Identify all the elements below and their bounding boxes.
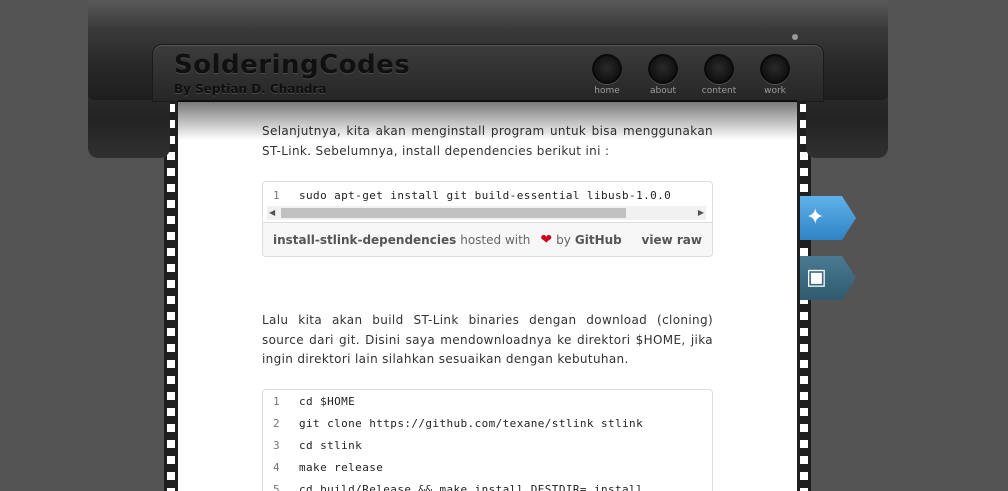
github-link[interactable]: GitHub — [575, 233, 622, 247]
header-led — [792, 34, 798, 40]
nav-home-label: home — [594, 86, 620, 96]
code-line: 1 cd $HOME — [263, 391, 712, 413]
film-strip-left — [164, 100, 178, 491]
code-block: 1 sudo apt-get install git build-essenti… — [263, 182, 712, 206]
line-number: 1 — [273, 188, 281, 202]
code-line: 5 cd build/Release && make install DESTD… — [263, 479, 712, 491]
code-text: make release — [299, 461, 384, 474]
site-subtitle: By Septian D. Chandra — [174, 82, 327, 96]
nav-work-label: work — [764, 86, 786, 96]
nav-home[interactable]: home — [587, 54, 627, 96]
code-text: cd stlink — [299, 439, 363, 452]
article-content: Selanjutnya, kita akan menginstall progr… — [262, 122, 713, 491]
line-number: 3 — [273, 439, 281, 452]
scroll-right-icon[interactable]: ▶ — [698, 209, 704, 217]
gist-by-text: by — [556, 232, 571, 247]
nav-about[interactable]: about — [643, 54, 683, 96]
gist-embed: 1 sudo apt-get install git build-essenti… — [262, 181, 713, 257]
twitter-icon: ✦ — [806, 205, 825, 230]
code-text: sudo apt-get install git build-essential… — [299, 188, 672, 202]
code-line: 4 make release — [263, 457, 712, 479]
code-block: 1 cd $HOME 2 git clone https://github.co… — [263, 390, 712, 491]
heart-icon: ❤ — [540, 231, 553, 248]
nav-knob-icon — [648, 54, 678, 84]
scrollbar-thumb[interactable] — [281, 208, 626, 218]
nav-knob-icon — [704, 54, 734, 84]
gist-embed: 1 cd $HOME 2 git clone https://github.co… — [262, 388, 713, 491]
article-paragraph: Lalu kita akan build ST-Link binaries de… — [262, 313, 713, 366]
code-text: cd $HOME — [299, 395, 356, 408]
site-title[interactable]: SolderingCodes — [174, 50, 410, 80]
twitter-link[interactable]: ✦ — [800, 196, 856, 240]
nav-content[interactable]: content — [699, 54, 739, 96]
printer-slot-shadow — [178, 100, 797, 140]
nav-knob-icon — [592, 54, 622, 84]
nav-knob-icon — [760, 54, 790, 84]
line-number: 1 — [273, 395, 281, 408]
code-line: 3 cd stlink — [263, 435, 712, 457]
instagram-link[interactable]: ▣ — [800, 256, 856, 300]
nav-work[interactable]: work — [755, 54, 795, 96]
view-raw-link[interactable]: view raw — [642, 233, 702, 247]
horizontal-scrollbar[interactable]: ◀ ▶ — [267, 206, 706, 220]
code-line: 2 git clone https://github.com/texane/st… — [263, 413, 712, 435]
instagram-icon: ▣ — [806, 265, 827, 290]
line-number: 4 — [273, 461, 281, 474]
scroll-left-icon[interactable]: ◀ — [269, 209, 275, 217]
code-text: git clone https://github.com/texane/stli… — [299, 417, 644, 430]
line-number: 2 — [273, 417, 281, 430]
gist-file-link[interactable]: install-stlink-dependencies — [273, 233, 456, 247]
gist-hosted-text: hosted with — [460, 232, 531, 247]
line-number: 5 — [273, 483, 281, 491]
gist-footer: install-stlink-dependencies hosted with … — [263, 222, 712, 256]
nav-content-label: content — [701, 86, 737, 96]
code-text: cd build/Release && make install DESTDIR… — [299, 483, 644, 491]
nav-about-label: about — [650, 86, 676, 96]
code-line: 1 sudo apt-get install git build-essenti… — [263, 184, 712, 206]
